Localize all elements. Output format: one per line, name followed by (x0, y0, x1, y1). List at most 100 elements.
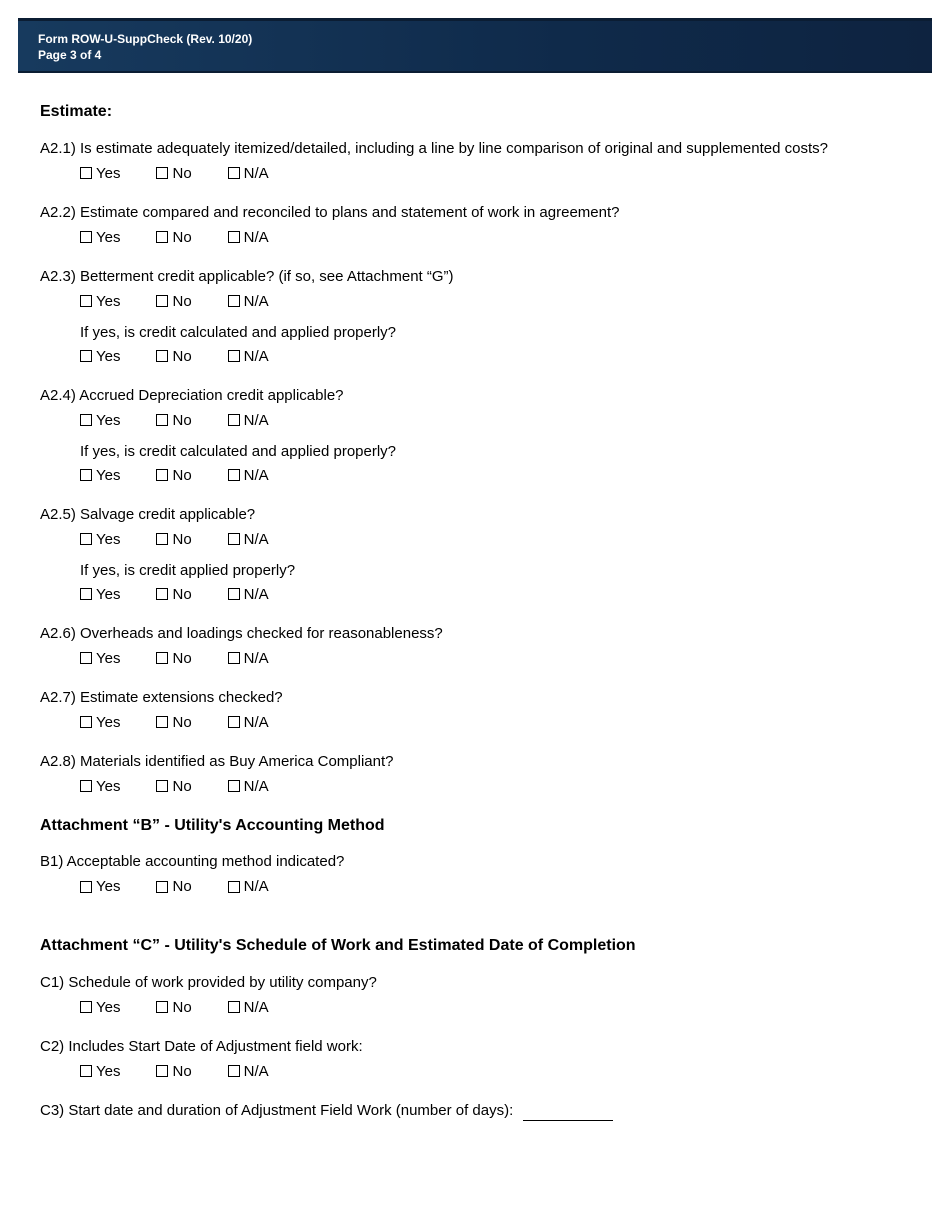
option-yes[interactable]: Yes (80, 584, 120, 605)
option-yes[interactable]: Yes (80, 776, 120, 797)
checkbox-icon[interactable] (156, 167, 168, 179)
checkbox-icon[interactable] (228, 652, 240, 664)
option-yes[interactable]: Yes (80, 712, 120, 733)
option-row: Yes No N/A (80, 712, 910, 733)
option-yes[interactable]: Yes (80, 410, 120, 431)
checkbox-icon[interactable] (80, 716, 92, 728)
checkbox-icon[interactable] (156, 295, 168, 307)
option-no[interactable]: No (156, 776, 191, 797)
option-no[interactable]: No (156, 529, 191, 550)
checkbox-icon[interactable] (156, 588, 168, 600)
checkbox-icon[interactable] (80, 350, 92, 362)
option-row: Yes No N/A (80, 227, 910, 248)
option-label: No (172, 876, 191, 897)
option-yes[interactable]: Yes (80, 1061, 120, 1082)
option-yes[interactable]: Yes (80, 291, 120, 312)
option-na[interactable]: N/A (228, 465, 269, 486)
checkbox-icon[interactable] (156, 533, 168, 545)
checkbox-icon[interactable] (80, 1001, 92, 1013)
option-no[interactable]: No (156, 291, 191, 312)
checkbox-icon[interactable] (228, 414, 240, 426)
checkbox-icon[interactable] (80, 1065, 92, 1077)
option-na[interactable]: N/A (228, 227, 269, 248)
option-na[interactable]: N/A (228, 1061, 269, 1082)
option-yes[interactable]: Yes (80, 346, 120, 367)
option-no[interactable]: No (156, 465, 191, 486)
option-yes[interactable]: Yes (80, 465, 120, 486)
option-yes[interactable]: Yes (80, 997, 120, 1018)
option-no[interactable]: No (156, 346, 191, 367)
checkbox-icon[interactable] (156, 231, 168, 243)
question-text: A2.7) Estimate extensions checked? (40, 687, 910, 708)
option-na[interactable]: N/A (228, 712, 269, 733)
checkbox-icon[interactable] (80, 652, 92, 664)
option-row: Yes No N/A (80, 291, 910, 312)
option-na[interactable]: N/A (228, 997, 269, 1018)
option-row: Yes No N/A (80, 584, 910, 605)
checkbox-icon[interactable] (80, 881, 92, 893)
question-a2-7: A2.7) Estimate extensions checked? Yes N… (40, 687, 910, 733)
option-no[interactable]: No (156, 410, 191, 431)
option-no[interactable]: No (156, 997, 191, 1018)
option-no[interactable]: No (156, 227, 191, 248)
option-no[interactable]: No (156, 163, 191, 184)
option-yes[interactable]: Yes (80, 227, 120, 248)
checkbox-icon[interactable] (228, 588, 240, 600)
checkbox-icon[interactable] (80, 295, 92, 307)
question-text: A2.5) Salvage credit applicable? (40, 504, 910, 525)
checkbox-icon[interactable] (228, 167, 240, 179)
checkbox-icon[interactable] (80, 780, 92, 792)
checkbox-icon[interactable] (156, 1001, 168, 1013)
checkbox-icon[interactable] (156, 350, 168, 362)
option-no[interactable]: No (156, 876, 191, 897)
option-no[interactable]: No (156, 1061, 191, 1082)
option-yes[interactable]: Yes (80, 163, 120, 184)
option-label: N/A (244, 776, 269, 797)
option-na[interactable]: N/A (228, 410, 269, 431)
checkbox-icon[interactable] (156, 881, 168, 893)
question-a2-4: A2.4) Accrued Depreciation credit applic… (40, 385, 910, 486)
checkbox-icon[interactable] (80, 533, 92, 545)
checkbox-icon[interactable] (80, 588, 92, 600)
checkbox-icon[interactable] (80, 469, 92, 481)
option-na[interactable]: N/A (228, 163, 269, 184)
option-na[interactable]: N/A (228, 584, 269, 605)
option-na[interactable]: N/A (228, 529, 269, 550)
checkbox-icon[interactable] (228, 1001, 240, 1013)
checkbox-icon[interactable] (228, 780, 240, 792)
checkbox-icon[interactable] (228, 716, 240, 728)
option-yes[interactable]: Yes (80, 529, 120, 550)
option-label: N/A (244, 529, 269, 550)
checkbox-icon[interactable] (228, 231, 240, 243)
option-na[interactable]: N/A (228, 776, 269, 797)
checkbox-icon[interactable] (228, 881, 240, 893)
option-yes[interactable]: Yes (80, 876, 120, 897)
option-na[interactable]: N/A (228, 876, 269, 897)
checkbox-icon[interactable] (156, 1065, 168, 1077)
option-na[interactable]: N/A (228, 346, 269, 367)
checkbox-icon[interactable] (156, 414, 168, 426)
checkbox-icon[interactable] (80, 231, 92, 243)
option-label: Yes (96, 712, 120, 733)
option-no[interactable]: No (156, 584, 191, 605)
option-na[interactable]: N/A (228, 648, 269, 669)
checkbox-icon[interactable] (228, 1065, 240, 1077)
checkbox-icon[interactable] (156, 780, 168, 792)
checkbox-icon[interactable] (156, 652, 168, 664)
checkbox-icon[interactable] (228, 350, 240, 362)
option-yes[interactable]: Yes (80, 648, 120, 669)
checkbox-icon[interactable] (156, 716, 168, 728)
checkbox-icon[interactable] (80, 167, 92, 179)
checkbox-icon[interactable] (156, 469, 168, 481)
option-no[interactable]: No (156, 648, 191, 669)
option-no[interactable]: No (156, 712, 191, 733)
option-label: No (172, 163, 191, 184)
option-label: No (172, 648, 191, 669)
checkbox-icon[interactable] (228, 469, 240, 481)
checkbox-icon[interactable] (228, 533, 240, 545)
checkbox-icon[interactable] (80, 414, 92, 426)
checkbox-icon[interactable] (228, 295, 240, 307)
option-na[interactable]: N/A (228, 291, 269, 312)
days-input-line[interactable] (523, 1104, 613, 1121)
question-b1: B1) Acceptable accounting method indicat… (40, 851, 910, 897)
